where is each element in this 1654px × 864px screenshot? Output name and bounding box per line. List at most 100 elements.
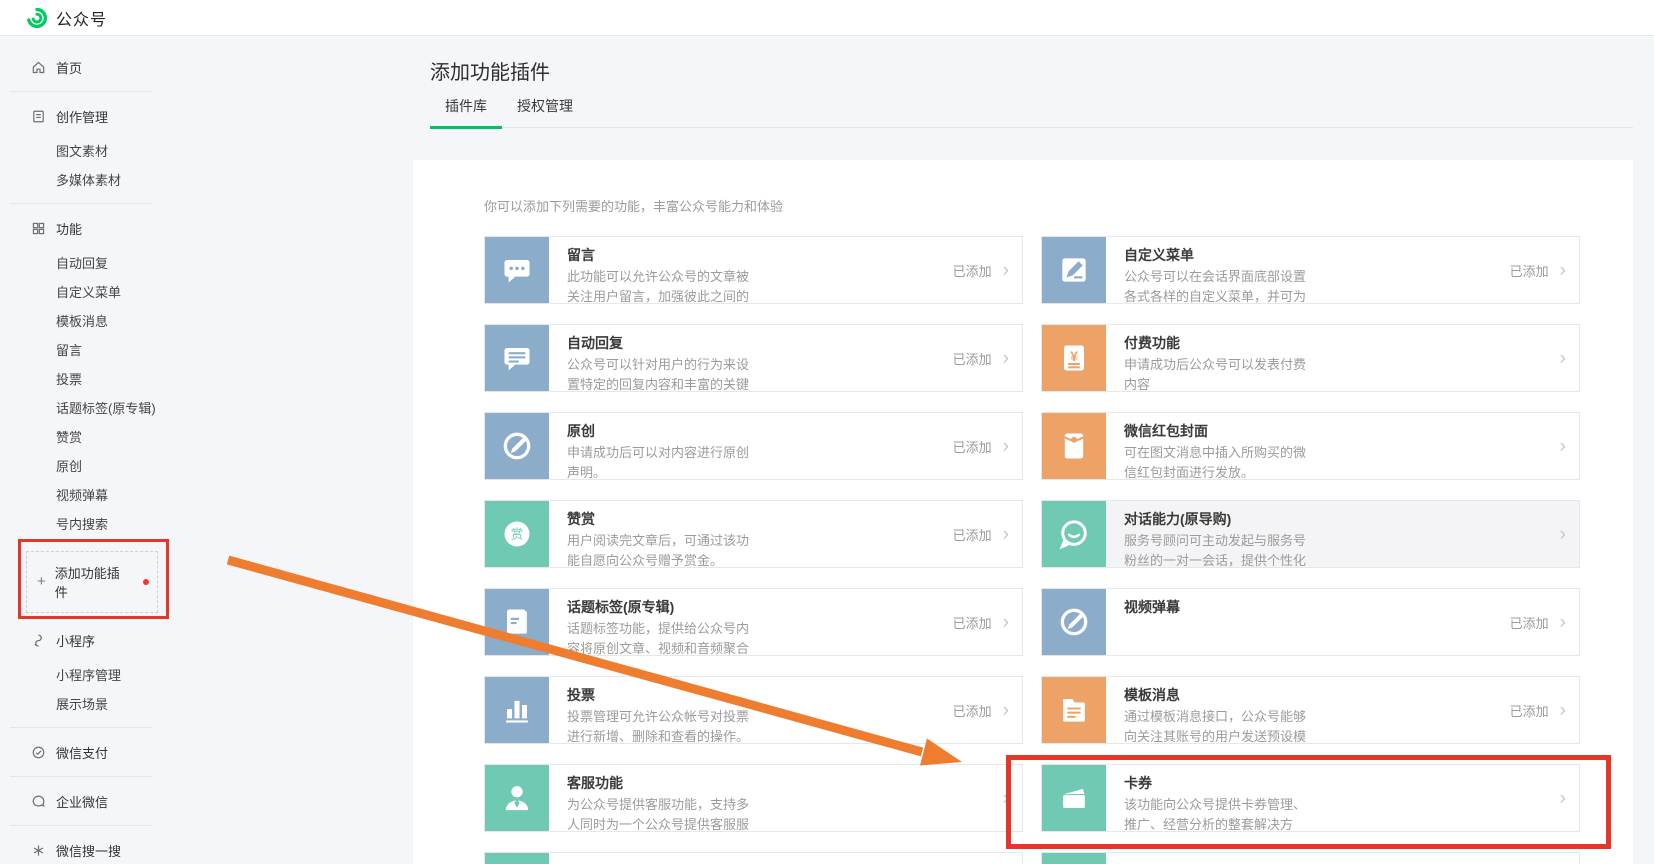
home-icon [31, 60, 46, 75]
plugin-card-customer-service[interactable]: 客服功能为公众号提供客服功能，支持多 人同时为一个公众号提供客服服 › [484, 764, 1023, 832]
chevron-right-icon[interactable]: › [1560, 701, 1566, 720]
card-desc: 为公众号提供客服功能，支持多 人同时为一个公众号提供客服服 [567, 795, 749, 831]
plugin-card-original[interactable]: 原创申请成功后可以对内容进行原创 声明。已添加› [484, 412, 1023, 480]
card-title: 自动回复 [567, 333, 749, 353]
card-wallet-icon [1042, 765, 1106, 831]
sidebar-item-reward[interactable]: 赞赏 [0, 422, 180, 451]
chevron-right-icon[interactable]: › [1560, 525, 1566, 544]
card-body: 赞赏用户阅读完文章后，可通过该功 能自愿向公众号赠予赏金。 [549, 501, 749, 567]
chevron-right-icon[interactable]: › [1560, 261, 1566, 280]
plugin-card-grid: 留言此功能可以允许公众号的文章被 关注用户留言，加强彼此之间的已添加› 自定义菜单… [484, 236, 1580, 864]
plugin-card-paid-content[interactable]: ¥付费功能申请成功后公众号可以发表付费 内容› [1041, 324, 1580, 392]
chevron-right-icon[interactable]: › [1560, 349, 1566, 368]
sidebar-item-add-plugin[interactable]: +添加功能插件 [26, 551, 158, 613]
card-title: 话题标签(原专辑) [567, 597, 749, 617]
plugin-card-reward[interactable]: 赏赞赏用户阅读完文章后，可通过该功 能自愿向公众号赠予赏金。 已添加› [484, 500, 1023, 568]
sidebar-item-label: 微信支付 [56, 743, 108, 762]
sidebar-item-display-scene[interactable]: 展示场景 [0, 689, 180, 718]
sidebar-item-wechat-search[interactable]: 微信搜一搜 [0, 835, 180, 864]
chat-smile-icon [1042, 501, 1106, 567]
card-title: 自定义菜单 [1124, 245, 1306, 265]
plus-icon: + [37, 577, 46, 587]
card-right: › [1560, 501, 1566, 567]
sidebar-item-video-danmu[interactable]: 视频弹幕 [0, 480, 180, 509]
tab-auth-management[interactable]: 授权管理 [502, 96, 588, 127]
plugin-card-partial-right[interactable] [1041, 852, 1580, 864]
sidebar-divider [10, 203, 152, 204]
tab-plugin-library[interactable]: 插件库 [430, 96, 502, 127]
card-title: 微信红包封面 [1124, 421, 1306, 441]
sidebar-item-topic-tags[interactable]: 话题标签(原专辑) [0, 393, 180, 422]
card-right: 已添加› [953, 413, 1009, 479]
chevron-right-icon[interactable]: › [1003, 261, 1009, 280]
card-title: 模板消息 [1124, 685, 1306, 705]
chevron-right-icon[interactable]: › [1003, 349, 1009, 368]
card-right: 已添加› [953, 325, 1009, 391]
plugin-card-cards-coupons[interactable]: 卡券该功能向公众号提供卡券管理、 推广、经营分析的整套解决方› [1041, 764, 1580, 832]
sidebar-item-label: 图文素材 [56, 141, 108, 160]
plugin-card-custom-menu[interactable]: 自定义菜单公众号可以在会话界面底部设置 各式各样的自定义菜单，并可为已添加› [1041, 236, 1580, 304]
red-packet-icon [1042, 413, 1106, 479]
card-title: 原创 [567, 421, 749, 441]
sidebar-item-template-message[interactable]: 模板消息 [0, 306, 180, 335]
plugin-card-comments[interactable]: 留言此功能可以允许公众号的文章被 关注用户留言，加强彼此之间的已添加› [484, 236, 1023, 304]
sidebar-item-auto-reply[interactable]: 自动回复 [0, 248, 180, 277]
added-badge: 已添加 [953, 613, 992, 632]
card-body: 对话能力(原导购)服务号顾问可主动发起与服务号 粉丝的一对一会话，提供个性化 [1106, 501, 1306, 567]
search-sparkle-icon [31, 843, 46, 858]
sidebar-item-miniprogram-manage[interactable]: 小程序管理 [0, 660, 180, 689]
card-body: 客服功能为公众号提供客服功能，支持多 人同时为一个公众号提供客服服 [549, 765, 749, 831]
chevron-right-icon[interactable]: › [1003, 789, 1009, 808]
card-right: › [1560, 413, 1566, 479]
added-badge: 已添加 [1510, 701, 1549, 720]
sidebar-item-creation-management[interactable]: 创作管理 [0, 101, 180, 131]
plugin-card-auto-reply[interactable]: 自动回复公众号可以针对用户的行为来设 置特定的回复内容和丰富的关键已添加› [484, 324, 1023, 392]
sidebar-item-label: 功能 [56, 219, 82, 238]
sidebar-item-label: 留言 [56, 340, 82, 359]
sidebar-item-account-search[interactable]: 号内搜索 [0, 509, 180, 538]
chevron-right-icon[interactable]: › [1003, 525, 1009, 544]
sidebar-item-features[interactable]: 功能 [0, 213, 180, 243]
plugin-card-vote[interactable]: 投票投票管理可允许公众帐号对投票 进行新增、删除和查看的操作。已添加› [484, 676, 1023, 744]
miniprogram-icon [31, 633, 46, 648]
wechat-pay-icon [31, 745, 46, 760]
doc-icon [31, 109, 46, 124]
sidebar-item-label: 自动回复 [56, 253, 108, 272]
chevron-right-icon[interactable]: › [1003, 613, 1009, 632]
reward-icon: 赏 [485, 501, 549, 567]
card-right: 已添加› [953, 501, 1009, 567]
card-right: 已添加› [1510, 237, 1566, 303]
plugin-card-template-message[interactable]: 模板消息通过模板消息接口，公众号能够 向关注其账号的用户发送预设模已添加› [1041, 676, 1580, 744]
card-right: › [1560, 325, 1566, 391]
sidebar-item-wechat-pay[interactable]: 微信支付 [0, 737, 180, 767]
plugin-card-partial-left[interactable] [484, 852, 1023, 864]
card-right: › [1560, 765, 1566, 831]
chevron-right-icon[interactable]: › [1003, 701, 1009, 720]
plugin-card-video-danmu[interactable]: 视频弹幕已添加› [1041, 588, 1580, 656]
card-right: 已添加› [953, 677, 1009, 743]
sidebar-item-vote[interactable]: 投票 [0, 364, 180, 393]
sidebar-item-label: 多媒体素材 [56, 170, 121, 189]
plugin-card-red-packet-cover[interactable]: 微信红包封面可在图文消息中插入所购买的微 信红包封面进行发放。› [1041, 412, 1580, 480]
plugin-card-dialog-capability[interactable]: 对话能力(原导购)服务号顾问可主动发起与服务号 粉丝的一对一会话，提供个性化 › [1041, 500, 1580, 568]
sidebar-item-miniprogram[interactable]: 小程序 [0, 625, 180, 655]
card-right: 已添加› [1510, 589, 1566, 655]
sidebar-item-article-material[interactable]: 图文素材 [0, 136, 180, 165]
chevron-right-icon[interactable]: › [1560, 437, 1566, 456]
sidebar-item-work-wechat[interactable]: 企业微信 [0, 786, 180, 816]
grid-icon [31, 221, 46, 236]
card-body [549, 853, 567, 864]
sidebar-item-custom-menu[interactable]: 自定义菜单 [0, 277, 180, 306]
sidebar-item-label: 微信搜一搜 [56, 841, 121, 860]
chevron-right-icon[interactable]: › [1560, 613, 1566, 632]
chevron-right-icon[interactable]: › [1560, 789, 1566, 808]
sidebar-item-home[interactable]: 首页 [0, 52, 180, 82]
edit-square-icon [1042, 237, 1106, 303]
sidebar-item-original[interactable]: 原创 [0, 451, 180, 480]
sidebar-item-media-material[interactable]: 多媒体素材 [0, 165, 180, 194]
sidebar-item-label: 小程序 [56, 631, 95, 650]
plugin-card-topic-tags[interactable]: 话题标签(原专辑)话题标签功能，提供给公众号内 容将原创文章、视频和音频聚合已添… [484, 588, 1023, 656]
paid-doc-icon: ¥ [1042, 325, 1106, 391]
chevron-right-icon[interactable]: › [1003, 437, 1009, 456]
sidebar-item-comments[interactable]: 留言 [0, 335, 180, 364]
